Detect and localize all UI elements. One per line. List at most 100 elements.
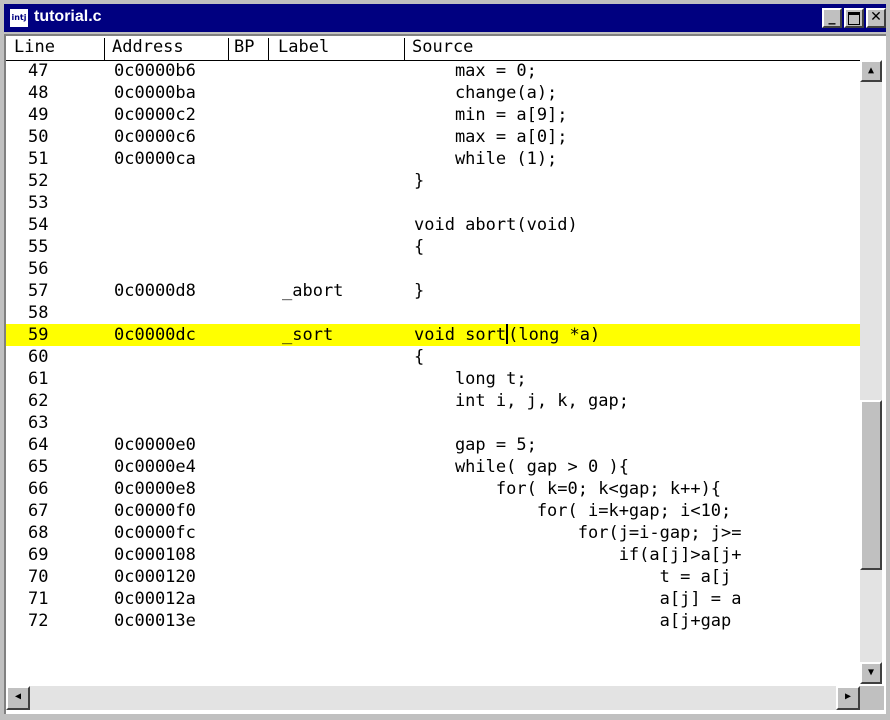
table-row[interactable]: 66 0c0000e8 for( k=0; k<gap; k++){ <box>6 478 860 500</box>
line-number: 51 <box>28 149 49 169</box>
table-row-current[interactable]: 59 0c0000dc _sort void sort (long *a) <box>6 324 860 346</box>
line-number: 50 <box>28 127 49 147</box>
line-number: 60 <box>28 347 49 367</box>
table-row[interactable]: 61 long t; <box>6 368 860 390</box>
line-number: 71 <box>28 589 49 609</box>
close-button[interactable]: ✕ <box>866 8 886 28</box>
table-row[interactable]: 68 0c0000fc for(j=i-gap; j>= <box>6 522 860 544</box>
table-row[interactable]: 69 0c000108 if(a[j]>a[j+ <box>6 544 860 566</box>
scroll-right-button[interactable]: ▶ <box>836 686 860 710</box>
title-bar[interactable]: intj tutorial.c _ ✕ <box>4 4 886 32</box>
column-divider[interactable] <box>104 38 105 60</box>
vertical-scrollbar[interactable]: ▲ ▼ <box>860 60 882 684</box>
source-cell: change(a); <box>414 83 558 103</box>
address-cell: 0c00013e <box>114 611 196 631</box>
table-row[interactable]: 48 0c0000ba change(a); <box>6 82 860 104</box>
source-cell: t = a[j <box>414 567 732 587</box>
table-row[interactable]: 49 0c0000c2 min = a[9]; <box>6 104 860 126</box>
table-row[interactable]: 47 0c0000b6 max = 0; <box>6 60 860 82</box>
minimize-button[interactable]: _ <box>822 8 842 28</box>
line-number: 67 <box>28 501 49 521</box>
table-row[interactable]: 72 0c00013e a[j+gap <box>6 610 860 632</box>
label-cell: _sort <box>282 325 334 345</box>
line-number: 48 <box>28 83 49 103</box>
table-row[interactable]: 53 <box>6 192 860 214</box>
line-number: 69 <box>28 545 49 565</box>
source-cell: while (1); <box>414 149 558 169</box>
source-cell: { <box>414 237 425 257</box>
table-row[interactable]: 62 int i, j, k, gap; <box>6 390 860 412</box>
source-cell: a[j+gap <box>414 611 732 631</box>
minimize-icon: _ <box>828 9 836 25</box>
arrow-up-icon: ▲ <box>867 65 875 76</box>
source-view: Line Address BP Label Source 47 0c0000b6 … <box>4 34 886 714</box>
column-divider[interactable] <box>268 38 269 60</box>
maximize-button[interactable] <box>844 8 864 28</box>
table-row[interactable]: 64 0c0000e0 gap = 5; <box>6 434 860 456</box>
table-row[interactable]: 60 { <box>6 346 860 368</box>
source-cell: void sort (long *a) <box>414 324 600 346</box>
table-row[interactable]: 65 0c0000e4 while( gap > 0 ){ <box>6 456 860 478</box>
table-row[interactable]: 55 { <box>6 236 860 258</box>
source-cell: long t; <box>414 369 527 389</box>
table-row[interactable]: 50 0c0000c6 max = a[0]; <box>6 126 860 148</box>
label-cell: _abort <box>282 281 344 301</box>
line-number: 56 <box>28 259 49 279</box>
line-number: 55 <box>28 237 49 257</box>
column-divider[interactable] <box>404 38 405 60</box>
table-row[interactable]: 71 0c00012a a[j] = a <box>6 588 860 610</box>
line-number: 52 <box>28 171 49 191</box>
source-cell: max = a[0]; <box>414 127 568 147</box>
address-cell: 0c000120 <box>114 567 196 587</box>
table-row[interactable]: 63 <box>6 412 860 434</box>
source-window: intj tutorial.c _ ✕ Line Address BP Labe… <box>0 0 890 720</box>
column-divider[interactable] <box>228 38 229 60</box>
table-row[interactable]: 51 0c0000ca while (1); <box>6 148 860 170</box>
column-header-line[interactable]: Line <box>14 37 55 59</box>
source-cell: for( k=0; k<gap; k++){ <box>414 479 722 499</box>
scroll-left-button[interactable]: ◀ <box>6 686 30 710</box>
table-row[interactable]: 54 void abort(void) <box>6 214 860 236</box>
source-cell: { <box>414 347 425 367</box>
address-cell: 0c0000d8 <box>114 281 196 301</box>
arrow-right-icon: ▶ <box>844 691 852 702</box>
address-cell: 0c0000f0 <box>114 501 196 521</box>
source-cell: a[j] = a <box>414 589 742 609</box>
app-icon[interactable]: intj <box>10 9 28 27</box>
table-row[interactable]: 57 0c0000d8 _abort} <box>6 280 860 302</box>
source-cell: void abort(void) <box>414 215 578 235</box>
column-header-source[interactable]: Source <box>412 37 473 59</box>
vertical-scroll-thumb[interactable] <box>860 400 882 570</box>
column-header-label[interactable]: Label <box>278 37 329 59</box>
line-number: 58 <box>28 303 49 323</box>
horizontal-scrollbar[interactable]: ◀ ▶ <box>6 686 860 710</box>
source-cell: min = a[9]; <box>414 105 568 125</box>
table-row[interactable]: 67 0c0000f0 for( i=k+gap; i<10; <box>6 500 860 522</box>
address-cell: 0c0000ba <box>114 83 196 103</box>
address-cell: 0c0000e4 <box>114 457 196 477</box>
line-number: 61 <box>28 369 49 389</box>
line-number: 59 <box>28 325 49 345</box>
column-header-address[interactable]: Address <box>112 37 184 59</box>
line-number: 68 <box>28 523 49 543</box>
table-row[interactable]: 56 <box>6 258 860 280</box>
source-cell: gap = 5; <box>414 435 537 455</box>
scroll-up-button[interactable]: ▲ <box>860 60 882 82</box>
scroll-down-button[interactable]: ▼ <box>860 662 882 684</box>
source-cell: while( gap > 0 ){ <box>414 457 629 477</box>
table-row[interactable]: 58 <box>6 302 860 324</box>
address-cell: 0c0000e8 <box>114 479 196 499</box>
window-title: tutorial.c <box>34 8 102 25</box>
arrow-left-icon: ◀ <box>14 691 22 702</box>
table-row[interactable]: 52} <box>6 170 860 192</box>
line-number: 72 <box>28 611 49 631</box>
source-text: (long *a) <box>508 325 601 345</box>
address-cell: 0c0000c6 <box>114 127 196 147</box>
column-header-bp[interactable]: BP <box>234 37 254 59</box>
address-cell: 0c0000fc <box>114 523 196 543</box>
table-row[interactable]: 70 0c000120 t = a[j <box>6 566 860 588</box>
size-grip[interactable] <box>860 686 884 710</box>
source-lines: 47 0c0000b6 max = 0; 48 0c0000ba change(a);… <box>6 60 860 686</box>
source-text: void sort <box>414 325 507 345</box>
line-number: 70 <box>28 567 49 587</box>
